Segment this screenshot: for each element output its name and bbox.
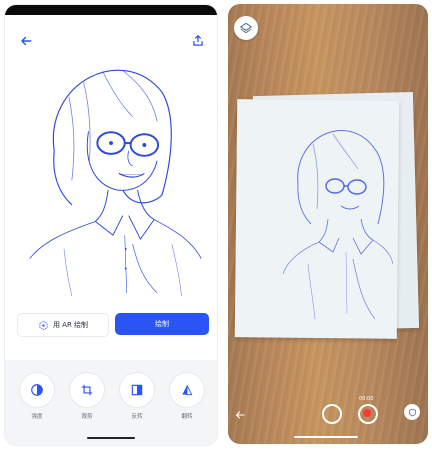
camera-controls: 00:00 [228,396,428,428]
tool-invert-button[interactable] [119,372,155,408]
arrow-left-icon [235,411,245,419]
portrait-sketch [29,69,202,297]
lock-button[interactable] [404,404,420,420]
action-row: 用 AR 绘制 绘制 [5,313,217,337]
layers-icon [239,22,253,34]
tool-panel: 强度 裁剪 反转 翻转 [5,360,217,445]
record-button[interactable] [358,404,378,424]
record-timer: 00:00 [359,396,374,402]
tool-intensity[interactable]: 强度 [17,372,57,427]
status-bar [5,5,217,15]
invert-icon [131,384,143,396]
flip-icon [182,385,193,396]
ar-sketch-overlay [282,114,394,324]
phone-left: 用 AR 绘制 绘制 强度 裁剪 反转 翻转 [4,4,218,446]
draw-with-ar-button[interactable]: 用 AR 绘制 [17,313,109,337]
tool-invert-label: 反转 [131,414,143,420]
tool-intensity-label: 强度 [31,414,43,420]
crop-icon [81,384,93,396]
tool-flip-button[interactable] [169,372,205,408]
ar-button-label: 用 AR 绘制 [52,321,89,329]
ar-cube-icon [39,320,48,330]
shield-icon [408,408,416,416]
capture-button[interactable] [322,404,342,424]
tool-invert[interactable]: 反转 [117,372,157,427]
back-button[interactable] [234,406,246,419]
tool-intensity-button[interactable] [19,372,55,408]
draw-button-label: 绘制 [155,320,169,328]
portrait-overlay [282,130,394,320]
tool-flip-label: 翻转 [181,414,193,420]
record-dot [363,409,371,417]
draw-button[interactable]: 绘制 [115,313,209,335]
ar-layer-button[interactable] [234,16,258,40]
tool-crop-label: 裁剪 [81,414,93,420]
sketch-preview [15,43,211,298]
phone-right: 00:00 [228,4,428,444]
home-indicator [294,436,358,438]
tool-crop-button[interactable] [69,372,105,408]
contrast-icon [31,384,43,396]
home-indicator [87,437,135,439]
tool-crop[interactable]: 裁剪 [67,372,107,427]
tool-flip[interactable]: 翻转 [167,372,207,427]
